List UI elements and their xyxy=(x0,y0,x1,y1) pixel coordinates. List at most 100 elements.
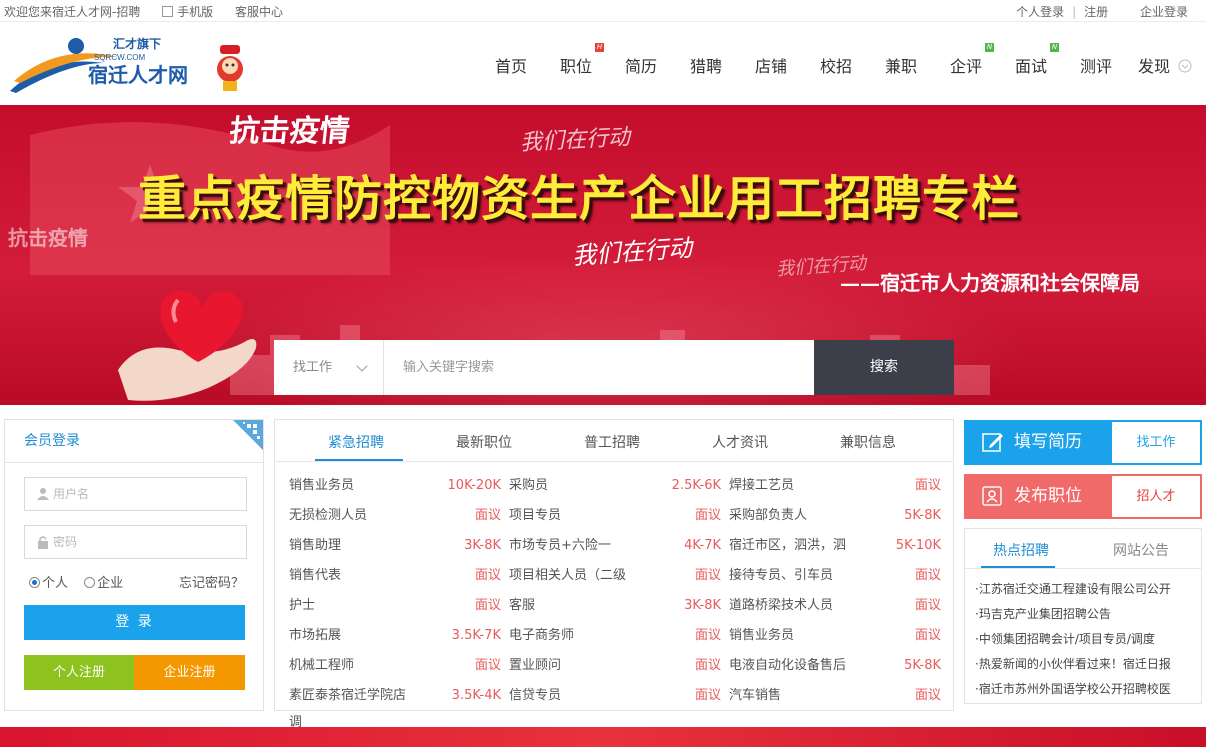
job-item[interactable]: 护士 面议 xyxy=(289,591,501,621)
news-item[interactable]: ·宿迁市苏州外国语学校公开招聘校医 xyxy=(975,677,1191,702)
nav-discover[interactable]: 发现 xyxy=(1138,53,1192,77)
job-title[interactable]: 护士 xyxy=(289,591,429,621)
job-item[interactable]: 机械工程师 面议 xyxy=(289,651,501,681)
tab-urgent[interactable]: 紧急招聘 xyxy=(328,432,384,452)
qr-code-icon[interactable] xyxy=(223,420,263,460)
job-title[interactable]: 客服 xyxy=(509,591,649,621)
job-title[interactable]: 汽车销售 xyxy=(729,681,869,711)
forgot-password-link[interactable]: 忘记密码？ xyxy=(179,572,244,591)
job-item[interactable]: 宿迁市区，泗洪，泗 5K-10K xyxy=(729,531,941,561)
job-title[interactable]: 电子商务师 xyxy=(509,621,649,651)
search-input[interactable] xyxy=(384,340,814,395)
news-item[interactable]: ·热爱新闻的小伙伴看过来！宿迁日报 xyxy=(975,652,1191,677)
job-title[interactable]: 电液自动化设备售后 xyxy=(729,651,869,681)
search-category-select[interactable]: 找工作 xyxy=(274,340,384,395)
nav-resume[interactable]: 简历 xyxy=(625,53,657,77)
job-title[interactable]: 项目专员 xyxy=(509,501,649,531)
job-title[interactable]: 市场专员+六险一 xyxy=(509,531,649,561)
banner-headline[interactable]: 重点疫情防控物资生产企业用工招聘专栏 xyxy=(138,159,1020,229)
job-item[interactable]: 素匠泰茶宿迁学院店 3.5K-4K xyxy=(289,681,501,711)
new-badge: N xyxy=(985,43,995,52)
job-title[interactable]: 道路桥梁技术人员 xyxy=(729,591,869,621)
job-item[interactable]: 采购员 2.5K-6K xyxy=(509,471,721,501)
post-job-card[interactable]: 发布职位 招人才 xyxy=(964,474,1202,519)
job-title[interactable]: 销售助理 xyxy=(289,531,429,561)
news-item[interactable]: ·玛吉克产业集团招聘公告 xyxy=(975,602,1191,627)
news-item[interactable]: ·中领集团招聘会计/项目专员/调度 xyxy=(975,627,1191,652)
personal-register-button[interactable]: 个人注册 xyxy=(24,655,134,690)
job-title[interactable]: 素匠泰茶宿迁学院店 xyxy=(289,681,429,711)
job-item[interactable]: 项目相关人员（二级 面议 xyxy=(509,561,721,591)
mobile-link[interactable]: 手机版 xyxy=(162,5,213,19)
job-item[interactable]: 市场专员+六险一 4K-7K xyxy=(509,531,721,561)
job-item[interactable]: 焊接工艺员 面议 xyxy=(729,471,941,501)
job-item[interactable]: 电液自动化设备售后 5K-8K xyxy=(729,651,941,681)
job-item[interactable]: 道路桥梁技术人员 面议 xyxy=(729,591,941,621)
job-title[interactable]: 机械工程师 xyxy=(289,651,429,681)
nav-interview[interactable]: 面试 N xyxy=(1015,43,1060,77)
active-tab-indicator xyxy=(981,566,1055,568)
job-title[interactable]: 销售业务员 xyxy=(729,621,869,651)
job-title[interactable]: 销售代表 xyxy=(289,561,429,591)
recruit-talent-link[interactable]: 招人才 xyxy=(1112,474,1202,519)
username-input[interactable] xyxy=(53,478,243,510)
tab-hot-jobs[interactable]: 热点招聘 xyxy=(993,540,1049,560)
job-title[interactable]: 无损检测人员 xyxy=(289,501,429,531)
job-title[interactable]: 采购部负责人 xyxy=(729,501,869,531)
nav-jobs[interactable]: 职位 H xyxy=(560,43,605,77)
job-item[interactable]: 销售助理 3K-8K xyxy=(289,531,501,561)
job-item[interactable]: 采购部负责人 5K-8K xyxy=(729,501,941,531)
job-item[interactable]: 市场拓展 3.5K-7K xyxy=(289,621,501,651)
tab-site-notices[interactable]: 网站公告 xyxy=(1113,540,1169,560)
nav-parttime[interactable]: 兼职 xyxy=(885,53,917,77)
password-input[interactable] xyxy=(53,526,243,558)
service-center-link[interactable]: 客服中心 xyxy=(235,5,283,19)
job-item[interactable]: 电子商务师 面议 xyxy=(509,621,721,651)
fill-resume-card[interactable]: 填写简历 找工作 xyxy=(964,420,1202,465)
role-company-radio[interactable]: 企业 xyxy=(84,576,123,591)
job-item[interactable]: 无损检测人员 面议 xyxy=(289,501,501,531)
job-title[interactable]: 采购员 xyxy=(509,471,649,501)
company-login-link[interactable]: 企业登录 xyxy=(1140,5,1188,19)
role-personal-radio[interactable]: 个人 xyxy=(29,576,68,591)
job-item[interactable]: 信贷专员 面议 xyxy=(509,681,721,711)
nav-company-review[interactable]: 企评 N xyxy=(950,43,995,77)
company-register-button[interactable]: 企业注册 xyxy=(134,655,245,690)
job-title[interactable]: 接待专员、引车员 xyxy=(729,561,869,591)
nav-headhunt[interactable]: 猎聘 xyxy=(690,53,722,77)
news-item[interactable]: ·江苏宿迁交通工程建设有限公司公开 xyxy=(975,577,1191,602)
login-button[interactable]: 登 录 xyxy=(24,605,245,640)
fill-resume-button[interactable]: 填写简历 xyxy=(964,420,1112,465)
nav-campus[interactable]: 校招 xyxy=(820,53,852,77)
find-job-link[interactable]: 找工作 xyxy=(1112,420,1202,465)
job-title[interactable]: 信贷专员 xyxy=(509,681,649,711)
register-link[interactable]: 注册 xyxy=(1084,5,1108,19)
search-button[interactable]: 搜索 xyxy=(814,340,954,395)
job-item[interactable]: 接待专员、引车员 面议 xyxy=(729,561,941,591)
nav-home[interactable]: 首页 xyxy=(495,53,527,77)
job-title[interactable]: 市场拓展 xyxy=(289,621,429,651)
tab-talent-news[interactable]: 人才资讯 xyxy=(712,432,768,452)
job-item[interactable]: 销售业务员 面议 xyxy=(729,621,941,651)
job-item[interactable]: 客服 3K-8K xyxy=(509,591,721,621)
tab-general-labor[interactable]: 普工招聘 xyxy=(584,432,640,452)
job-title[interactable]: 宿迁市区，泗洪，泗 xyxy=(729,531,869,561)
job-row: 无损检测人员 面议 项目专员 面议 采购部负责人 5K-8K xyxy=(289,501,949,531)
job-title[interactable]: 焊接工艺员 xyxy=(729,471,869,501)
job-item[interactable]: 汽车销售 面议 xyxy=(729,681,941,711)
tab-part-time[interactable]: 兼职信息 xyxy=(840,432,896,452)
job-item[interactable]: 项目专员 面议 xyxy=(509,501,721,531)
nav-shops[interactable]: 店铺 xyxy=(755,53,787,77)
nav-assessment[interactable]: 测评 xyxy=(1080,53,1112,77)
job-title[interactable]: 销售业务员 xyxy=(289,471,429,501)
site-logo[interactable]: 汇才旗下 SQRCW.COM 宿迁人才网 xyxy=(8,33,258,95)
tab-latest[interactable]: 最新职位 xyxy=(456,432,512,452)
job-item[interactable]: 销售代表 面议 xyxy=(289,561,501,591)
post-job-button[interactable]: 发布职位 xyxy=(964,474,1112,519)
banner-slogan: 抗击疫情 xyxy=(227,114,352,149)
personal-login-link[interactable]: 个人登录 xyxy=(1016,5,1064,19)
job-title[interactable]: 项目相关人员（二级 xyxy=(509,561,649,591)
job-item[interactable]: 置业顾问 面议 xyxy=(509,651,721,681)
job-title[interactable]: 置业顾问 xyxy=(509,651,649,681)
job-item[interactable]: 销售业务员 10K-20K xyxy=(289,471,501,501)
